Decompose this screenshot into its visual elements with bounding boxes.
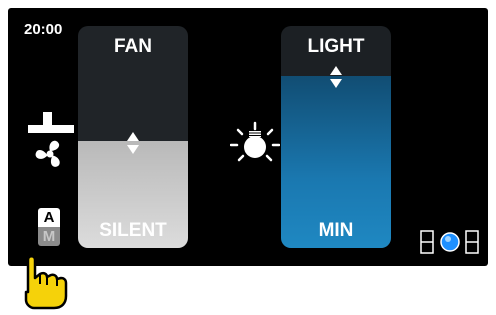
- auto-mode-label[interactable]: A: [38, 208, 60, 227]
- fan-level-label: SILENT: [99, 220, 167, 241]
- clock: 20:00: [24, 21, 63, 38]
- fan-title: FAN: [114, 36, 152, 57]
- light-slider[interactable]: LIGHT MIN: [281, 26, 391, 248]
- pointing-hand-icon: [24, 255, 68, 310]
- page-indicator-icon[interactable]: [420, 226, 482, 258]
- light-level-label: MIN: [318, 220, 354, 241]
- lightbulb-icon[interactable]: [230, 121, 280, 171]
- auto-manual-toggle[interactable]: A M: [38, 208, 60, 246]
- fan-icon[interactable]: [28, 112, 74, 176]
- fan-slider[interactable]: FAN SILENT: [78, 26, 188, 248]
- fan-slider-handle-icon[interactable]: [127, 132, 139, 154]
- light-title: LIGHT: [307, 36, 365, 57]
- manual-mode-label[interactable]: M: [38, 227, 60, 246]
- light-slider-handle-icon[interactable]: [330, 66, 342, 88]
